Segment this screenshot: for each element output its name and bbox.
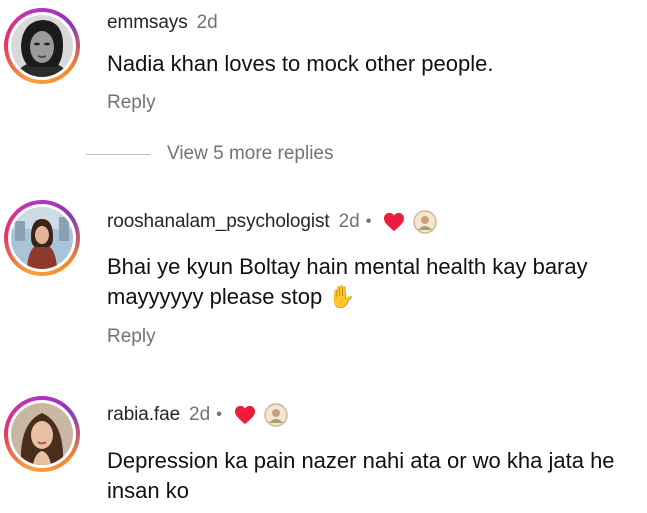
comment-text: Bhai ye kyun Boltay hain mental health k… xyxy=(107,254,588,309)
reply-button[interactable]: Reply xyxy=(107,92,156,114)
username[interactable]: rooshanalam_psychologist xyxy=(107,211,330,233)
timestamp: 2d xyxy=(189,404,211,425)
comment-text: Nadia khan loves to mock other people. xyxy=(107,51,494,76)
avatar-story-ring[interactable] xyxy=(4,200,80,276)
timestamp: 2d xyxy=(196,12,218,33)
view-more-replies[interactable]: View 5 more replies xyxy=(86,143,334,165)
comment-text: Depression ka pain nazer nahi ata or wo … xyxy=(107,448,615,503)
reply-button[interactable]: Reply xyxy=(107,326,156,348)
avatar-story-ring[interactable] xyxy=(4,396,80,472)
author-liked-heart-icon xyxy=(383,212,405,232)
author-avatar-badge-icon xyxy=(413,210,438,234)
separator-dot: • xyxy=(216,406,222,423)
avatar[interactable] xyxy=(11,207,73,269)
timestamp: 2d xyxy=(338,211,360,232)
username[interactable]: emmsays xyxy=(107,12,188,34)
avatar[interactable] xyxy=(11,15,73,77)
author-avatar-badge-icon xyxy=(264,403,288,427)
separator-dot: • xyxy=(365,213,372,230)
view-more-replies-label[interactable]: View 5 more replies xyxy=(167,143,334,165)
author-liked-heart-icon xyxy=(234,405,256,425)
avatar-story-ring[interactable] xyxy=(4,8,80,84)
avatar[interactable] xyxy=(11,403,73,465)
username[interactable]: rabia.fae xyxy=(107,404,180,426)
divider-line xyxy=(86,153,150,155)
